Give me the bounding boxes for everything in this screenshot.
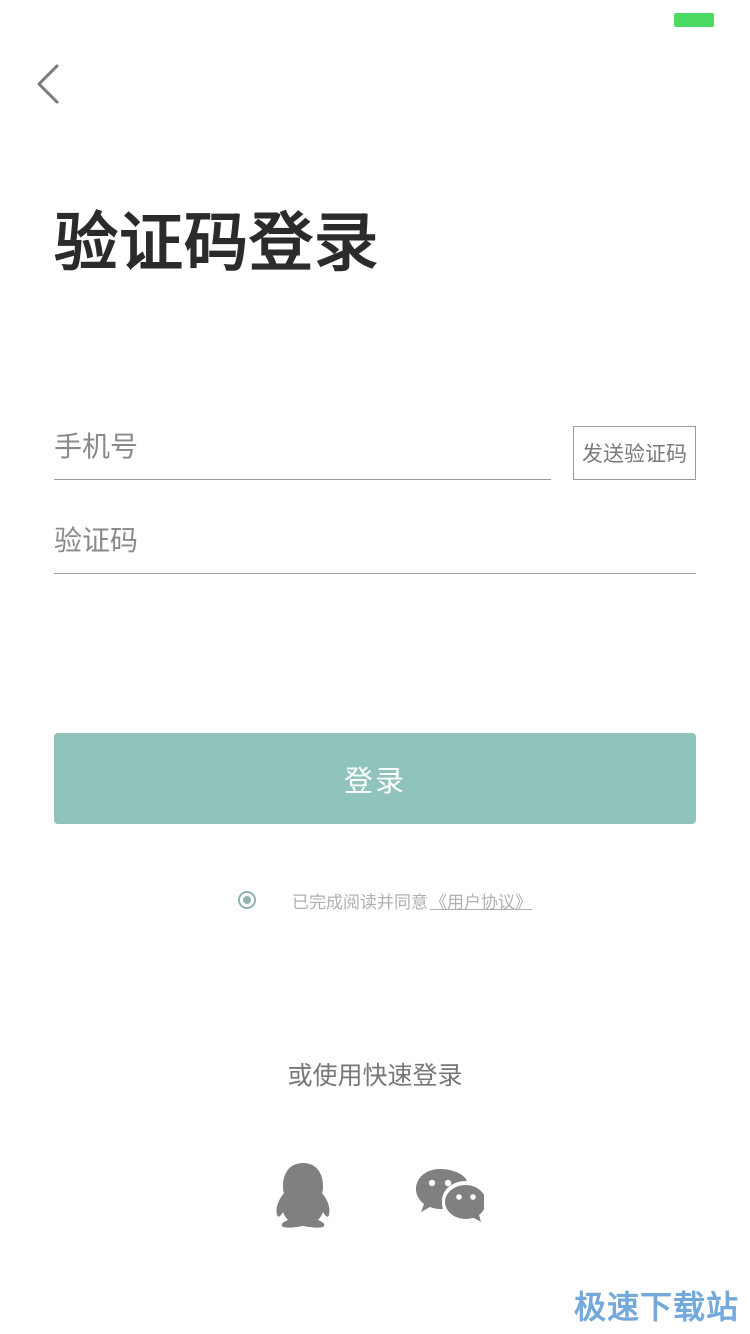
back-button[interactable] — [26, 58, 70, 110]
login-button[interactable]: 登录 — [54, 733, 696, 824]
send-code-button[interactable]: 发送验证码 — [573, 426, 696, 480]
agreement-row: 已完成阅读并同意 《用户协议》 — [238, 886, 532, 914]
battery-icon — [674, 13, 714, 27]
phone-field-container — [54, 414, 551, 480]
page-title: 验证码登录 — [54, 207, 379, 281]
verification-code-input[interactable] — [54, 508, 696, 573]
radio-dot-icon — [243, 896, 251, 904]
wechat-icon — [416, 1169, 486, 1222]
agreement-radio[interactable] — [238, 891, 256, 909]
quick-login-title: 或使用快速登录 — [287, 1061, 463, 1090]
user-agreement-link[interactable]: 《用户协议》 — [430, 888, 532, 913]
qq-icon — [276, 1163, 330, 1228]
qq-login-button[interactable] — [272, 1160, 334, 1230]
phone-input[interactable] — [54, 414, 551, 479]
wechat-login-button[interactable] — [414, 1166, 486, 1224]
chevron-left-icon — [37, 64, 59, 104]
code-field-container — [54, 508, 696, 574]
watermark-text: 极速下载站 — [574, 1288, 740, 1326]
agreement-text: 已完成阅读并同意 — [292, 892, 428, 913]
